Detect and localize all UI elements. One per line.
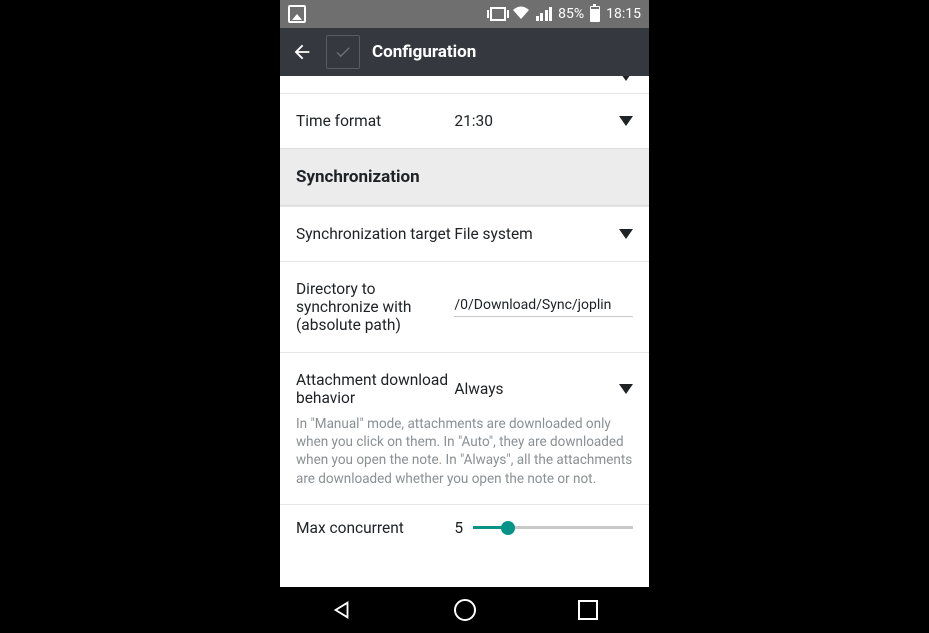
nav-home-button[interactable] [454,599,476,621]
attachment-behavior-row[interactable]: Attachment download behavior Always [280,352,649,415]
sync-directory-input[interactable]: /0/Download/Sync/joplin [454,297,633,317]
section-header-sync: Synchronization [280,148,649,206]
battery-percent: 85% [558,6,584,22]
chevron-down-icon [619,116,633,126]
setting-value: Always [454,380,503,398]
settings-content[interactable]: Time format 21:30 Synchronization Synchr… [280,76,649,587]
confirm-button[interactable] [326,35,360,69]
setting-label: Attachment download behavior [296,371,454,407]
chevron-down-icon [619,229,633,239]
slider-track[interactable] [473,526,633,529]
nav-recent-button[interactable] [578,600,598,620]
setting-value: 21:30 [454,112,493,130]
image-notification-icon [288,5,306,23]
setting-label: Directory to synchronize with (absolute … [296,280,454,334]
page-title: Configuration [372,42,476,62]
wifi-icon [512,6,530,23]
app-bar: Configuration [280,28,649,76]
sync-target-row[interactable]: Synchronization target File system [280,206,649,261]
slider-thumb[interactable] [501,521,515,535]
slider-value: 5 [454,519,463,537]
phone-frame: 85% 18:15 Configuration Time format [280,0,649,633]
time-format-row[interactable]: Time format 21:30 [280,93,649,148]
vibrate-icon [490,7,506,21]
setting-label: Time format [296,112,454,130]
status-time: 18:15 [606,6,641,22]
navigation-bar [280,587,649,633]
status-bar: 85% 18:15 [280,0,649,28]
chevron-down-icon [619,76,633,81]
setting-label: Max concurrent [296,519,454,537]
max-concurrent-row[interactable]: Max concurrent 5 [280,504,649,537]
back-button[interactable] [290,40,314,64]
battery-icon [590,6,600,22]
prev-setting-row[interactable] [280,76,649,93]
setting-value: File system [454,225,532,243]
nav-back-button[interactable] [331,599,353,621]
sync-directory-row[interactable]: Directory to synchronize with (absolute … [280,261,649,352]
setting-label: Synchronization target [296,225,454,243]
attachment-behavior-desc: In "Manual" mode, attachments are downlo… [280,415,649,504]
signal-icon [536,7,553,21]
chevron-down-icon [619,384,633,394]
